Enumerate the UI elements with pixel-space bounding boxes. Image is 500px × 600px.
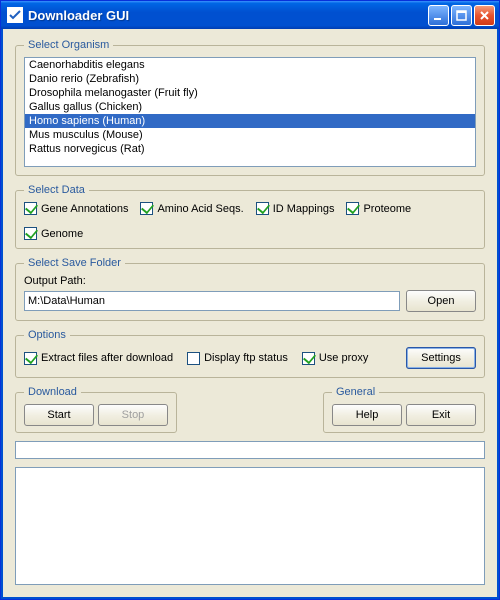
- list-item[interactable]: Homo sapiens (Human): [25, 114, 475, 128]
- start-button[interactable]: Start: [24, 404, 94, 426]
- list-item[interactable]: Rattus norvegicus (Rat): [25, 142, 475, 156]
- list-item[interactable]: Drosophila melanogaster (Fruit fly): [25, 86, 475, 100]
- save-group: Select Save Folder Output Path: Open: [15, 257, 485, 321]
- data-checkbox[interactable]: [140, 202, 153, 215]
- list-item[interactable]: Mus musculus (Mouse): [25, 128, 475, 142]
- organism-group: Select Organism Caenorhabditis elegansDa…: [15, 39, 485, 176]
- download-legend: Download: [24, 386, 81, 398]
- options-group: Options Extract files after download Dis…: [15, 329, 485, 378]
- data-checkbox-label[interactable]: Proteome: [346, 202, 411, 215]
- data-checkbox[interactable]: [24, 202, 37, 215]
- data-checkbox-label[interactable]: Genome: [24, 227, 83, 240]
- proxy-checkbox-label[interactable]: Use proxy: [302, 352, 369, 365]
- app-icon: [7, 7, 23, 23]
- app-window: Downloader GUI Select Organism Caenorhab…: [0, 0, 500, 600]
- help-button[interactable]: Help: [332, 404, 402, 426]
- list-item[interactable]: Caenorhabditis elegans: [25, 58, 475, 72]
- data-checkbox[interactable]: [24, 227, 37, 240]
- log-output[interactable]: [15, 467, 485, 585]
- organism-legend: Select Organism: [24, 39, 113, 51]
- settings-button[interactable]: Settings: [406, 347, 476, 369]
- data-legend: Select Data: [24, 184, 89, 196]
- download-group: Download Start Stop: [15, 386, 177, 433]
- stop-button[interactable]: Stop: [98, 404, 168, 426]
- extract-checkbox[interactable]: [24, 352, 37, 365]
- ftp-checkbox-label[interactable]: Display ftp status: [187, 352, 288, 365]
- maximize-button[interactable]: [451, 5, 472, 26]
- list-item[interactable]: Danio rerio (Zebrafish): [25, 72, 475, 86]
- window-title: Downloader GUI: [28, 8, 428, 23]
- output-path-input[interactable]: [24, 291, 400, 311]
- list-item[interactable]: Gallus gallus (Chicken): [25, 100, 475, 114]
- ftp-checkbox[interactable]: [187, 352, 200, 365]
- progress-bar: [15, 441, 485, 459]
- data-checkbox-label[interactable]: Gene Annotations: [24, 202, 128, 215]
- data-checkbox[interactable]: [346, 202, 359, 215]
- extract-checkbox-label[interactable]: Extract files after download: [24, 352, 173, 365]
- data-checkbox[interactable]: [256, 202, 269, 215]
- window-buttons: [428, 5, 495, 26]
- open-folder-button[interactable]: Open: [406, 290, 476, 312]
- proxy-checkbox[interactable]: [302, 352, 315, 365]
- save-legend: Select Save Folder: [24, 257, 125, 269]
- data-group: Select Data Gene Annotations Amino Acid S…: [15, 184, 485, 249]
- data-checkbox-label[interactable]: Amino Acid Seqs.: [140, 202, 243, 215]
- client-area: Select Organism Caenorhabditis elegansDa…: [1, 29, 499, 599]
- general-legend: General: [332, 386, 379, 398]
- options-legend: Options: [24, 329, 70, 341]
- titlebar: Downloader GUI: [1, 1, 499, 29]
- data-check-row: Gene Annotations Amino Acid Seqs. ID Mappi…: [24, 202, 476, 240]
- output-path-label: Output Path:: [24, 275, 476, 287]
- minimize-button[interactable]: [428, 5, 449, 26]
- organism-list[interactable]: Caenorhabditis elegansDanio rerio (Zebra…: [24, 57, 476, 167]
- general-group: General Help Exit: [323, 386, 485, 433]
- exit-button[interactable]: Exit: [406, 404, 476, 426]
- data-checkbox-label[interactable]: ID Mappings: [256, 202, 335, 215]
- close-button[interactable]: [474, 5, 495, 26]
- action-row: Download Start Stop General Help Exit: [15, 386, 485, 433]
